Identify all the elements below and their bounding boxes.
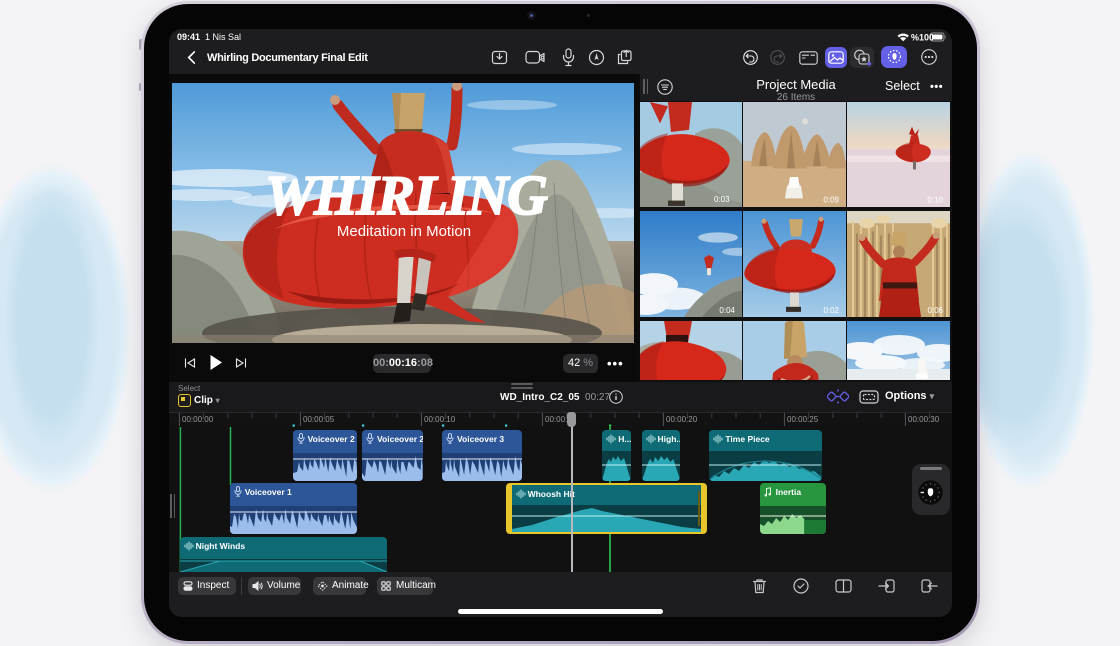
svg-text:00:00:25: 00:00:25 bbox=[787, 415, 819, 424]
svg-text:0:09: 0:09 bbox=[823, 194, 839, 204]
svg-text:00:00:20: 00:00:20 bbox=[666, 415, 698, 424]
svg-text:0:04: 0:04 bbox=[719, 306, 735, 315]
svg-text:WHIRLING: WHIRLING bbox=[265, 165, 547, 227]
svg-text:0:02: 0:02 bbox=[823, 306, 839, 315]
svg-text:00:00:30: 00:00:30 bbox=[908, 415, 940, 424]
svg-text:0:10: 0:10 bbox=[927, 194, 943, 204]
svg-text:00:00:05: 00:00:05 bbox=[303, 415, 335, 424]
svg-text:Meditation in Motion: Meditation in Motion bbox=[337, 223, 471, 240]
svg-text:00:00:10: 00:00:10 bbox=[424, 415, 456, 424]
svg-text:0:06: 0:06 bbox=[927, 306, 943, 315]
svg-text:00:00:00: 00:00:00 bbox=[182, 415, 214, 424]
